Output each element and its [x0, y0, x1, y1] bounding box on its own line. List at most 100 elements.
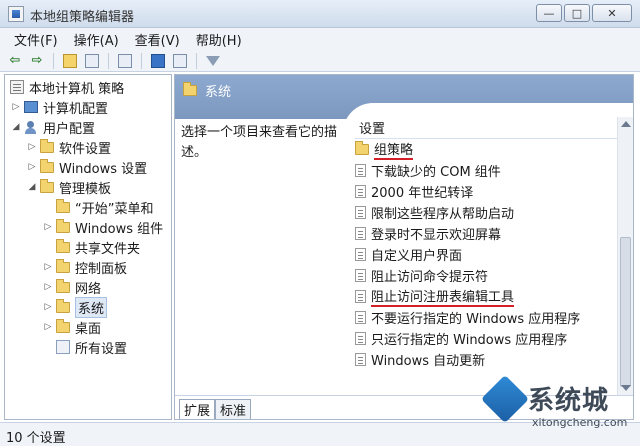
- toolbar-separator: [108, 52, 109, 69]
- menu-help[interactable]: 帮助(H): [188, 30, 250, 49]
- policy-setting-icon: [355, 206, 366, 219]
- policy-setting-icon: [355, 332, 366, 345]
- list-item[interactable]: 只运行指定的 Windows 应用程序: [355, 328, 567, 349]
- tree-item[interactable]: 共享文件夹: [43, 237, 140, 257]
- tree-root-label: 本地计算机 策略: [29, 81, 125, 97]
- list-item-label: 只运行指定的 Windows 应用程序: [371, 333, 568, 348]
- list-item-label: 组策略: [374, 139, 414, 160]
- show-hide-tree-icon[interactable]: [83, 52, 101, 70]
- list-item[interactable]: 组策略: [355, 139, 414, 160]
- menu-file[interactable]: 文件(F): [6, 30, 66, 49]
- watermark-logo: 系统城 xitongcheng.com: [480, 374, 634, 440]
- export-list-icon[interactable]: [116, 52, 134, 70]
- tree-item-label: 用户配置: [43, 121, 96, 137]
- list-item[interactable]: 阻止访问注册表编辑工具: [355, 286, 515, 307]
- tree-item[interactable]: ▷ Windows 设置: [27, 157, 147, 177]
- tree-item[interactable]: “开始”菜单和: [43, 197, 153, 217]
- help-icon[interactable]: [149, 52, 167, 70]
- list-item[interactable]: 下载缺少的 COM 组件: [355, 160, 501, 181]
- menu-view[interactable]: 查看(V): [127, 30, 188, 49]
- tree-item[interactable]: ▷ 控制面板: [43, 257, 127, 277]
- tree-item[interactable]: ▷ Windows 组件: [43, 217, 163, 237]
- tree-item-label: 管理模板: [59, 181, 112, 197]
- scroll-up-icon[interactable]: [621, 121, 631, 127]
- list-item[interactable]: Windows 自动更新: [355, 349, 485, 370]
- column-header-setting[interactable]: 设置: [355, 117, 617, 139]
- list-item[interactable]: 登录时不显示欢迎屏幕: [355, 223, 501, 244]
- tree-item[interactable]: ◢ 管理模板: [27, 177, 111, 197]
- details-title: 系统: [205, 85, 232, 100]
- tree-item[interactable]: ▷ 系统: [43, 296, 108, 318]
- folder-icon: [40, 138, 54, 153]
- tree-item[interactable]: ▷ 软件设置: [27, 137, 111, 157]
- expand-toggle-icon[interactable]: ◢: [27, 182, 37, 192]
- policy-setting-icon: [355, 164, 366, 177]
- scroll-thumb[interactable]: [620, 237, 631, 387]
- folder-icon: [56, 198, 70, 213]
- folder-icon: [56, 258, 70, 273]
- close-button[interactable]: ✕: [592, 4, 632, 22]
- tree-item-label: 系统: [75, 296, 108, 318]
- tree-item[interactable]: ▷ 网络: [43, 277, 101, 297]
- column-header-label: 设置: [359, 122, 386, 137]
- policy-setting-icon: [355, 248, 366, 261]
- filter-icon[interactable]: [204, 52, 222, 70]
- toolbar-separator: [53, 52, 54, 69]
- expand-toggle-icon[interactable]: ◢: [11, 122, 21, 132]
- list-item-label: Windows 自动更新: [371, 354, 486, 369]
- computer-icon: [24, 101, 38, 113]
- toolbar: ⇦ ⇨: [0, 50, 640, 72]
- policy-setting-icon: [355, 353, 366, 366]
- expand-toggle-icon[interactable]: ▷: [43, 262, 53, 272]
- watermark-mark-icon: [480, 374, 530, 424]
- tree-root[interactable]: 本地计算机 策略: [7, 77, 124, 97]
- expand-toggle-icon[interactable]: ▷: [11, 102, 21, 112]
- properties-icon[interactable]: [171, 52, 189, 70]
- folder-icon: [56, 298, 70, 313]
- tree-item-label: 共享文件夹: [75, 241, 141, 257]
- watermark-brand: 系统城: [528, 386, 610, 416]
- tree-item-label: 控制面板: [75, 261, 128, 277]
- up-folder-icon[interactable]: [61, 52, 79, 70]
- expand-toggle-icon[interactable]: ▷: [43, 322, 53, 332]
- tree-item-label: 桌面: [75, 321, 102, 337]
- list-item[interactable]: 2000 年世纪转译: [355, 181, 473, 202]
- toolbar-separator: [196, 52, 197, 69]
- user-icon: [24, 120, 38, 134]
- tree-item-label: 网络: [75, 281, 102, 297]
- tree-item-label: 所有设置: [75, 341, 128, 357]
- settings-icon: [56, 340, 70, 354]
- list-item-label: 限制这些程序从帮助启动: [371, 207, 515, 222]
- details-pane: 系统 选择一个项目来查看它的描述。 设置 扩展 标准 组策略 下载缺少的 COM …: [174, 74, 634, 420]
- policy-icon: [10, 80, 24, 94]
- tree-item-label: Windows 设置: [59, 161, 148, 177]
- expand-toggle-icon[interactable]: ▷: [43, 282, 53, 292]
- tree-item[interactable]: ▷ 计算机配置: [11, 97, 108, 117]
- list-item[interactable]: 不要运行指定的 Windows 应用程序: [355, 307, 580, 328]
- forward-arrow-icon[interactable]: ⇨: [28, 52, 46, 70]
- expand-toggle-icon[interactable]: ▷: [43, 302, 53, 312]
- vertical-scrollbar[interactable]: [617, 117, 633, 395]
- list-item[interactable]: 阻止访问命令提示符: [355, 265, 488, 286]
- list-item-label: 不要运行指定的 Windows 应用程序: [371, 312, 581, 327]
- folder-icon: [355, 141, 369, 155]
- list-item[interactable]: 限制这些程序从帮助启动: [355, 202, 514, 223]
- status-text: 10 个设置: [6, 431, 66, 446]
- back-arrow-icon[interactable]: ⇦: [6, 52, 24, 70]
- menu-action[interactable]: 操作(A): [66, 30, 127, 49]
- tab-extended[interactable]: 扩展: [179, 399, 216, 419]
- policy-setting-icon: [355, 311, 366, 324]
- expand-toggle-icon[interactable]: ▷: [27, 142, 37, 152]
- folder-icon: [56, 238, 70, 253]
- expand-toggle-icon[interactable]: ▷: [27, 162, 37, 172]
- tree-item[interactable]: ▷ 桌面: [43, 317, 101, 337]
- list-item-label: 阻止访问注册表编辑工具: [371, 286, 515, 307]
- tree-item[interactable]: ◢ 用户配置: [11, 117, 95, 137]
- tree-item[interactable]: 所有设置: [43, 337, 127, 357]
- tab-standard[interactable]: 标准: [215, 399, 252, 419]
- expand-toggle-icon[interactable]: ▷: [43, 222, 53, 232]
- list-item[interactable]: 自定义用户界面: [355, 244, 462, 265]
- maximize-button[interactable]: □: [564, 4, 590, 22]
- minimize-button[interactable]: —: [536, 4, 562, 22]
- title-bar: 本地组策略编辑器 — □ ✕: [0, 0, 640, 28]
